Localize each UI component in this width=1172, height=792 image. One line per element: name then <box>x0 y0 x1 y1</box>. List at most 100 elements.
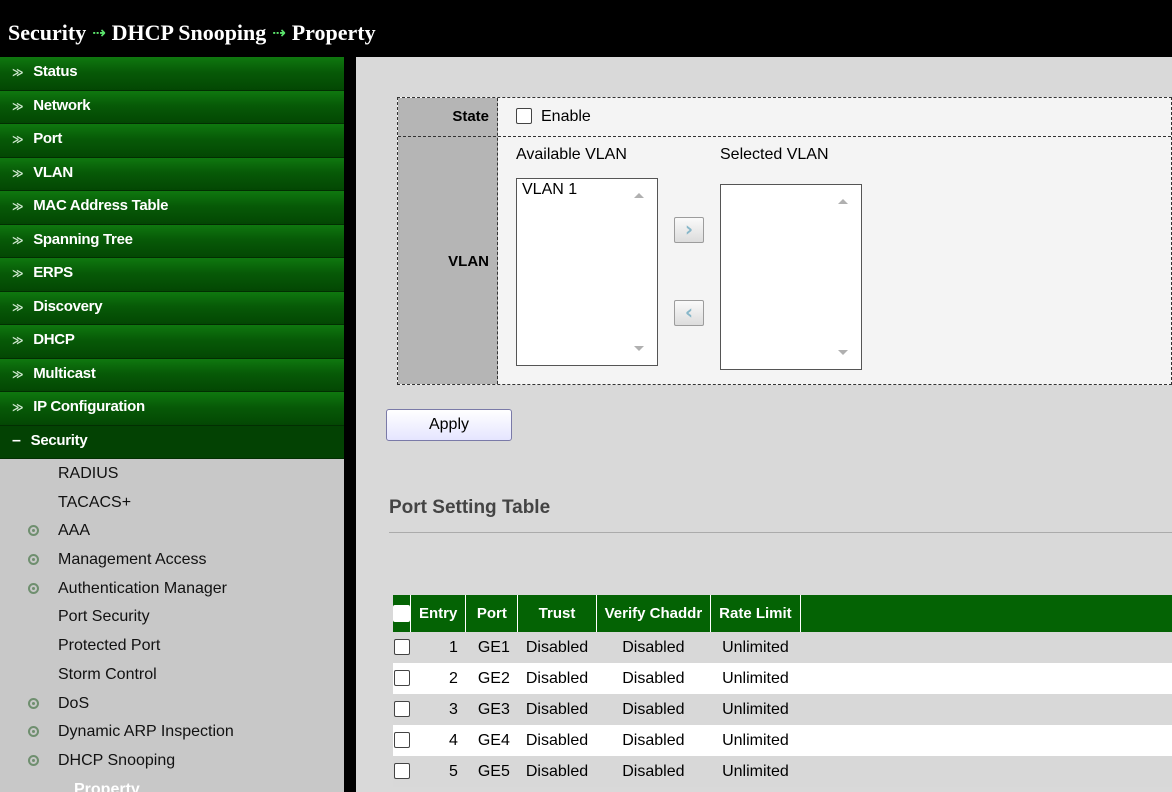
available-vlan-list[interactable]: VLAN 1 <box>516 178 658 366</box>
double-chevron-down-icon: ≫ <box>12 66 24 79</box>
table-row[interactable]: 3 GE3 Disabled Disabled Unlimited <box>393 694 1172 725</box>
column-header-entry[interactable]: Entry <box>410 595 467 632</box>
cell-rate-limit: Unlimited <box>710 663 801 694</box>
enable-checkbox[interactable] <box>516 107 532 124</box>
sidebar-item-label: IP Configuration <box>33 398 145 415</box>
sidebar-item-label: VLAN <box>33 163 73 181</box>
submenu-item-dynamic-arp-inspection[interactable]: Dynamic ARP Inspection <box>0 721 344 750</box>
sidebar-item-label: DHCP <box>33 331 75 348</box>
sidebar-item-security[interactable]: – Security <box>0 425 344 459</box>
double-chevron-down-icon: ≫ <box>12 233 24 247</box>
row-checkbox[interactable] <box>393 763 410 780</box>
submenu-item-label: Protected Port <box>58 637 161 655</box>
sidebar-item-label: Multicast <box>33 364 96 382</box>
folder-bullet-icon <box>28 726 39 738</box>
sidebar-item-dhcp[interactable]: ≫ DHCP <box>0 325 344 359</box>
double-chevron-down-icon: ≫ <box>12 401 24 414</box>
submenu-item-property[interactable]: Property <box>0 779 344 792</box>
submenu-item-protected-port[interactable]: Protected Port <box>0 635 344 664</box>
cell-entry: 2 <box>410 663 466 694</box>
double-chevron-down-icon: ≫ <box>12 267 24 280</box>
sidebar-item-spanning-tree[interactable]: ≫ Spanning Tree <box>0 224 344 258</box>
column-header-rate-limit[interactable]: Rate Limit <box>710 595 801 632</box>
scroll-down-icon[interactable] <box>838 350 848 355</box>
folder-bullet-icon <box>28 697 39 709</box>
sidebar-item-label: Status <box>33 63 78 80</box>
apply-button[interactable]: Apply <box>386 409 512 441</box>
submenu-item-label: DHCP Snooping <box>58 751 176 769</box>
arrow-right-icon: ⇢ <box>272 23 286 42</box>
double-chevron-down-icon: ≫ <box>12 99 24 113</box>
section-divider <box>389 532 1172 533</box>
submenu-item-label: DoS <box>58 694 90 712</box>
cell-trust: Disabled <box>517 694 597 725</box>
sidebar-item-ip-configuration[interactable]: ≫ IP Configuration <box>0 392 344 426</box>
cell-filler <box>800 694 1172 725</box>
select-all-checkbox[interactable] <box>393 605 410 623</box>
submenu-item-aaa[interactable]: AAA <box>0 520 344 549</box>
scroll-up-icon[interactable] <box>634 193 644 198</box>
arrow-right-icon: ⇢ <box>92 23 106 42</box>
sidebar-item-port[interactable]: ≫ Port <box>0 124 344 158</box>
cell-verify-chaddr: Disabled <box>596 663 711 694</box>
cell-port: GE5 <box>465 756 518 787</box>
enable-checkbox-field[interactable]: Enable <box>516 107 591 126</box>
selected-vlan-label: Selected VLAN <box>720 146 829 163</box>
sidebar-item-label: MAC Address Table <box>33 197 169 214</box>
submenu-item-management-access[interactable]: Management Access <box>0 549 344 578</box>
sidebar-item-vlan[interactable]: ≫ VLAN <box>0 157 344 191</box>
property-form: State VLAN Enable Available VLAN Selecte… <box>397 97 1172 385</box>
breadcrumb: Security ⇢ DHCP Snooping ⇢ Property <box>0 0 1172 57</box>
folder-bullet-icon <box>28 525 39 537</box>
table-row[interactable]: 2 GE2 Disabled Disabled Unlimited <box>393 663 1172 694</box>
column-header-port[interactable]: Port <box>465 595 519 632</box>
folder-bullet-icon <box>28 582 39 594</box>
sidebar-item-label: Network <box>33 96 91 114</box>
submenu-item-label: RADIUS <box>58 465 119 482</box>
collapse-minus-icon: – <box>12 431 21 449</box>
available-vlan-label: Available VLAN <box>516 146 627 163</box>
table-row[interactable]: 4 GE4 Disabled Disabled Unlimited <box>393 725 1172 756</box>
row-checkbox[interactable] <box>393 732 410 749</box>
table-header-row: Entry Port Trust Verify Chaddr Rate Limi… <box>393 595 1172 632</box>
cell-trust: Disabled <box>517 756 597 787</box>
row-checkbox[interactable] <box>393 639 410 656</box>
table-row[interactable]: 1 GE1 Disabled Disabled Unlimited <box>393 632 1172 663</box>
row-checkbox[interactable] <box>393 670 410 687</box>
main-content: State VLAN Enable Available VLAN Selecte… <box>356 57 1172 792</box>
submenu-item-authentication-manager[interactable]: Authentication Manager <box>0 578 344 607</box>
scroll-up-icon[interactable] <box>838 199 848 204</box>
sidebar-item-multicast[interactable]: ≫ Multicast <box>0 358 344 392</box>
sidebar-item-erps[interactable]: ≫ ERPS <box>0 258 344 292</box>
scroll-down-icon[interactable] <box>634 346 644 351</box>
submenu-item-port-security[interactable]: Port Security <box>0 606 344 635</box>
remove-vlan-button[interactable]: ‹ <box>674 300 704 326</box>
row-select-cell <box>393 694 411 725</box>
cell-trust: Disabled <box>517 632 597 663</box>
selected-vlan-list[interactable] <box>720 184 862 370</box>
submenu-item-label: Port Security <box>58 608 150 626</box>
vlan-label: VLAN <box>448 253 489 270</box>
submenu-item-dhcp-snooping[interactable]: DHCP Snooping <box>0 750 344 779</box>
security-submenu: RADIUS TACACS+ AAA Management Access Aut… <box>0 459 344 792</box>
submenu-item-storm-control[interactable]: Storm Control <box>0 664 344 693</box>
sidebar-item-network[interactable]: ≫ Network <box>0 90 344 124</box>
add-vlan-button[interactable]: › <box>674 217 704 243</box>
state-label: State <box>452 108 489 125</box>
cell-trust: Disabled <box>517 725 597 756</box>
submenu-item-dos[interactable]: DoS <box>0 693 344 722</box>
cell-filler <box>800 663 1172 694</box>
submenu-item-radius[interactable]: RADIUS <box>0 463 344 492</box>
cell-verify-chaddr: Disabled <box>596 756 711 787</box>
cell-entry: 1 <box>410 632 466 663</box>
row-select-cell <box>393 725 411 756</box>
sidebar-item-mac-address-table[interactable]: ≫ MAC Address Table <box>0 191 344 225</box>
sidebar-item-discovery[interactable]: ≫ Discovery <box>0 291 344 325</box>
submenu-item-label: Property <box>74 780 140 792</box>
table-row[interactable]: 5 GE5 Disabled Disabled Unlimited <box>393 756 1172 787</box>
column-header-verify-chaddr[interactable]: Verify Chaddr <box>596 595 712 632</box>
column-header-trust[interactable]: Trust <box>517 595 597 632</box>
submenu-item-tacacs[interactable]: TACACS+ <box>0 492 344 521</box>
row-checkbox[interactable] <box>393 701 410 718</box>
sidebar-item-status[interactable]: ≫ Status <box>0 57 344 91</box>
